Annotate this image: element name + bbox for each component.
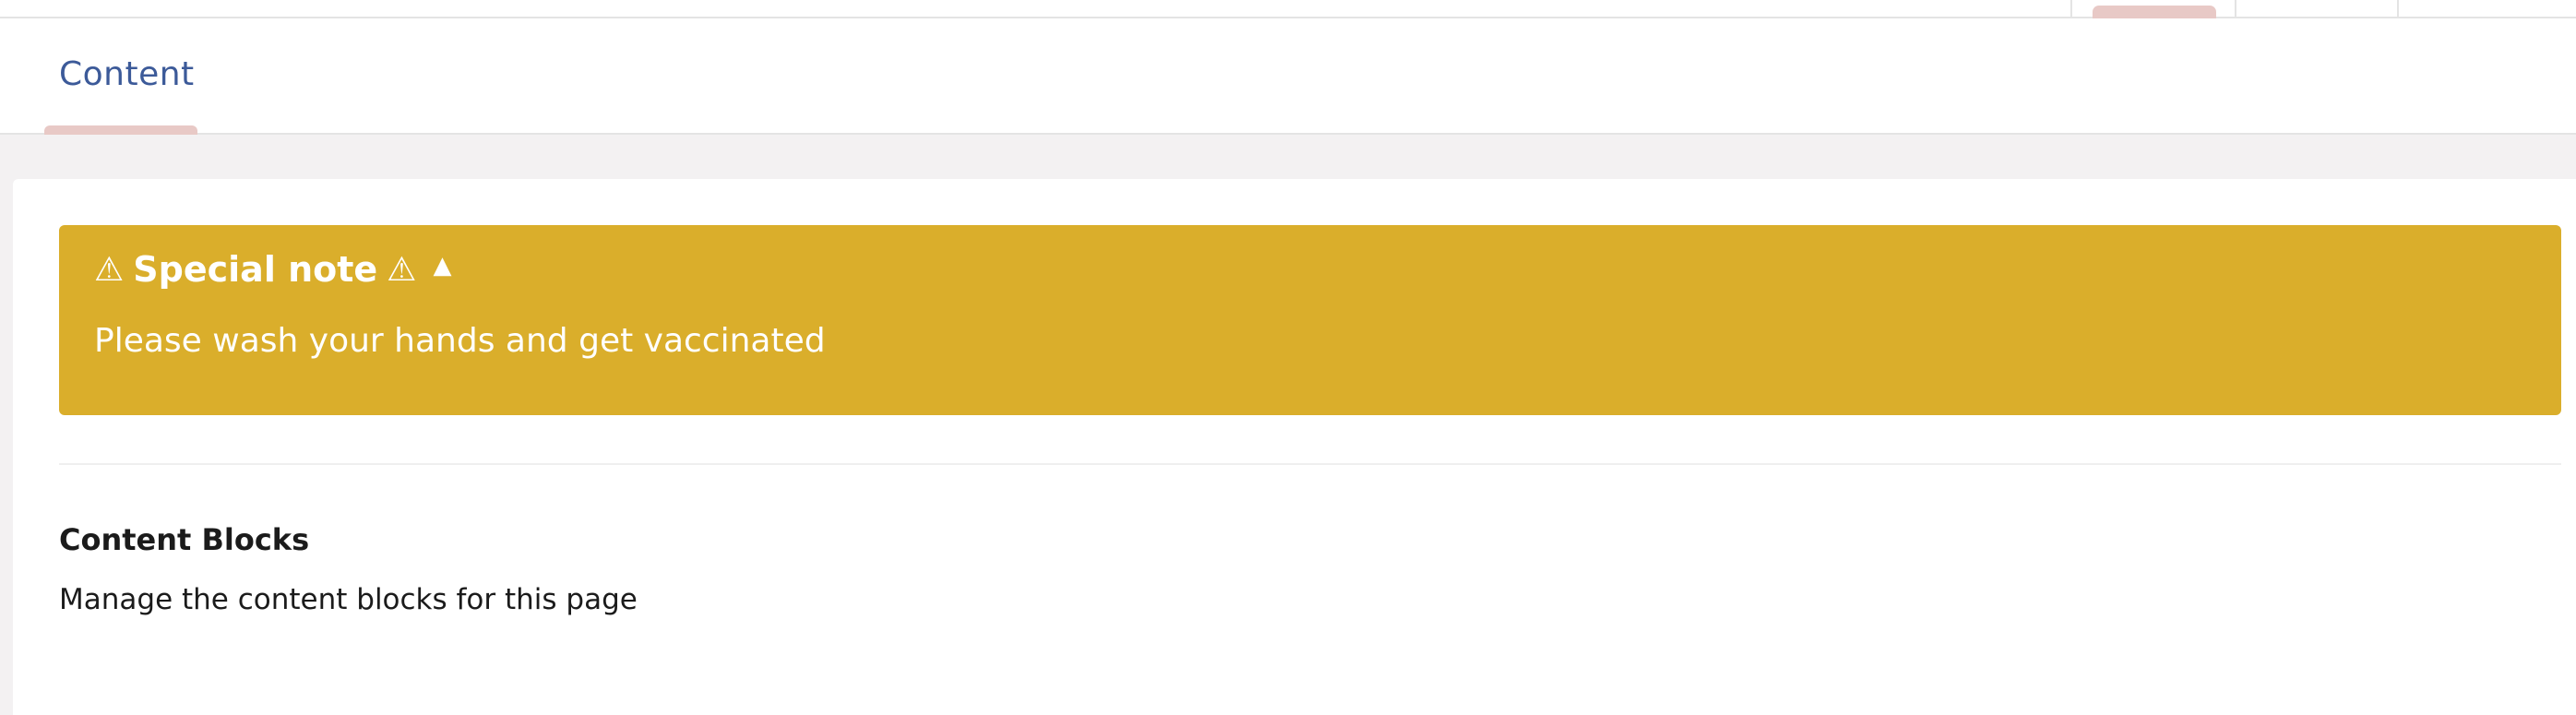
alert-message: Please wash your hands and get vaccinate…	[94, 322, 826, 360]
content-blocks-description: Manage the content blocks for this page	[59, 583, 638, 616]
content-blocks-heading: Content Blocks	[59, 522, 310, 557]
top-tab-1[interactable]	[2070, 0, 2235, 18]
warning-icon: ⚠	[387, 250, 417, 289]
active-tab-indicator	[44, 125, 197, 135]
tab-content[interactable]: Content	[44, 18, 197, 135]
top-tab-2[interactable]	[2235, 0, 2397, 18]
tab-content-label: Content	[59, 55, 195, 93]
section-divider	[59, 463, 2561, 465]
alert-header-toggle[interactable]: ⚠ Special note ⚠ ▲	[94, 242, 451, 297]
content-panel: ⚠ Special note ⚠ ▲ Please wash your hand…	[13, 179, 2576, 715]
warning-icon: ⚠	[94, 250, 125, 289]
alert-title: Special note	[133, 249, 378, 290]
top-tab-1-indicator	[2093, 6, 2216, 18]
tab-bar: Content	[0, 18, 2576, 135]
caret-up-icon[interactable]: ▲	[433, 252, 451, 280]
top-toolbar-strip	[0, 0, 2576, 18]
top-tab-3[interactable]	[2397, 0, 2576, 18]
special-note-alert: ⚠ Special note ⚠ ▲ Please wash your hand…	[59, 225, 2561, 415]
